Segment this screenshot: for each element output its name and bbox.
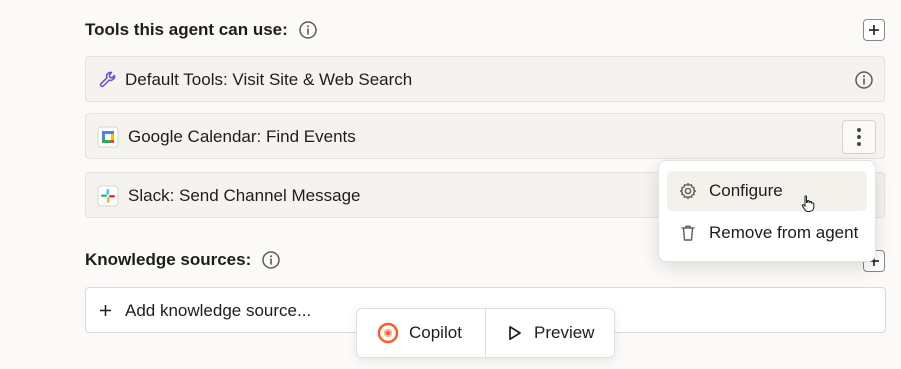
add-tool-button[interactable]: [863, 19, 885, 41]
plus-icon: [100, 305, 111, 316]
info-icon[interactable]: [298, 20, 318, 40]
preview-button[interactable]: Preview: [486, 309, 614, 357]
add-knowledge-source-label: Add knowledge source...: [125, 301, 312, 320]
tool-row-google-calendar[interactable]: Google Calendar: Find Events: [85, 113, 885, 159]
knowledge-section-title-text: Knowledge sources:: [85, 250, 252, 269]
tools-section-title-text: Tools this agent can use:: [85, 20, 288, 39]
tools-section-title: Tools this agent can use:: [85, 20, 318, 40]
bottom-action-bar: Copilot Preview: [356, 308, 615, 358]
info-icon[interactable]: [261, 250, 281, 270]
menu-item-label: Configure: [709, 181, 783, 200]
more-options-button[interactable]: [842, 120, 876, 154]
tool-label: Slack: Send Channel Message: [128, 186, 361, 205]
copilot-button[interactable]: Copilot: [357, 309, 485, 357]
gear-icon: [677, 180, 699, 202]
wrench-icon: [97, 69, 119, 91]
knowledge-section-title: Knowledge sources:: [85, 250, 281, 270]
pointer-cursor-icon: [801, 195, 815, 212]
copilot-icon: [377, 322, 399, 344]
copilot-label: Copilot: [409, 323, 462, 342]
google-calendar-icon: [97, 126, 119, 148]
tool-row-default-tools[interactable]: Default Tools: Visit Site & Web Search: [85, 56, 885, 102]
play-icon: [508, 325, 522, 341]
tool-options-menu: Configure Remove from agent: [658, 160, 876, 262]
menu-item-configure[interactable]: Configure: [667, 171, 867, 211]
menu-item-remove[interactable]: Remove from agent: [667, 213, 867, 253]
tool-label: Default Tools: Visit Site & Web Search: [125, 70, 413, 89]
kebab-icon: [857, 128, 861, 146]
menu-item-label: Remove from agent: [709, 223, 859, 242]
slack-icon: [97, 185, 119, 207]
tool-label: Google Calendar: Find Events: [128, 127, 356, 146]
plus-icon: [869, 25, 879, 35]
trash-icon: [677, 222, 699, 244]
preview-label: Preview: [534, 323, 595, 342]
info-icon[interactable]: [854, 70, 874, 90]
